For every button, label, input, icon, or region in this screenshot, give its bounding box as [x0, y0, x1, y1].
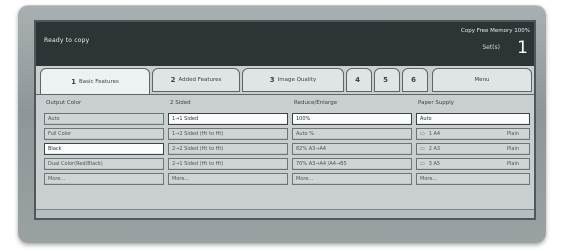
tab-5[interactable]: 5	[374, 68, 400, 92]
tab-basic-features[interactable]: 1 Basic Features	[40, 68, 150, 94]
tab-6[interactable]: 6	[402, 68, 428, 92]
screen-bottom-edge	[36, 209, 534, 218]
tab-label: Added Features	[178, 77, 222, 83]
tab-label: Basic Features	[78, 78, 119, 85]
paper-supply-title: Paper Supply	[418, 100, 455, 106]
output-color-title: Output Color	[46, 100, 82, 106]
tab-label: Image Quality	[277, 77, 317, 83]
tab-number: 5	[383, 76, 388, 84]
paper-supply-more-button[interactable]: More...	[416, 173, 530, 185]
tray-icon: ▭	[420, 161, 425, 167]
output-color-auto-button[interactable]: Auto	[44, 113, 164, 125]
tab-menu[interactable]: Menu	[432, 68, 532, 92]
tab-label: Menu	[474, 77, 490, 83]
tab-number: 6	[411, 76, 416, 84]
two-sided-title: 2 Sided	[170, 100, 191, 106]
output-color-full-color-button[interactable]: Full Color	[44, 128, 164, 140]
paper-tray-1-button[interactable]: ▭ 1 A4 Plain	[416, 128, 530, 140]
two-sided-group: 2 Sided 1→1 Sided 1→2 Sided (Ht to Ht) 2…	[168, 100, 288, 188]
tray-number: 3	[428, 161, 432, 167]
status-bar: Ready to copy Copy Free Memory 100% Set(…	[36, 22, 534, 66]
touch-screen: Ready to copy Copy Free Memory 100% Set(…	[34, 20, 536, 220]
one-to-one-sided-button[interactable]: 1→1 Sided	[168, 113, 288, 125]
tab-number: 4	[355, 76, 360, 84]
tab-divider	[36, 94, 534, 95]
paper-media: Plain	[507, 131, 520, 137]
tab-number: 1	[71, 77, 76, 86]
sets-label: Set(s)	[482, 44, 500, 51]
paper-media: Plain	[507, 161, 520, 167]
output-color-dual-color-button[interactable]: Dual Color(Red/Black)	[44, 158, 164, 170]
zoom-auto-button[interactable]: Auto %	[292, 128, 412, 140]
tab-number: 2	[170, 76, 176, 84]
zoom-82-button[interactable]: 82% A3→A4	[292, 143, 412, 155]
reduce-enlarge-title: Reduce/Enlarge	[294, 100, 338, 106]
feature-tabs: 1 Basic Features 2 Added Features 3 Imag…	[40, 68, 534, 94]
tab-image-quality[interactable]: 3 Image Quality	[242, 68, 344, 92]
paper-tray-2-button[interactable]: ▭ 2 A3 Plain	[416, 143, 530, 155]
tab-4[interactable]: 4	[346, 68, 372, 92]
tab-number: 3	[269, 76, 275, 84]
tab-added-features[interactable]: 2 Added Features	[152, 68, 240, 92]
paper-tray-3-button[interactable]: ▭ 3 A5 Plain	[416, 158, 530, 170]
tray-number: 2	[428, 146, 432, 152]
tray-number: 1	[428, 131, 432, 137]
reduce-enlarge-more-button[interactable]: More...	[292, 173, 412, 185]
paper-media: Plain	[507, 146, 520, 152]
two-sided-more-button[interactable]: More...	[168, 173, 288, 185]
output-color-black-button[interactable]: Black	[44, 143, 164, 155]
paper-auto-button[interactable]: Auto	[416, 113, 530, 125]
zoom-100-button[interactable]: 100%	[292, 113, 412, 125]
zoom-70-button[interactable]: 70% A3→A4 /A4→B5	[292, 158, 412, 170]
paper-size: A3	[433, 146, 441, 152]
memory-status: Copy Free Memory 100%	[461, 28, 530, 34]
output-color-more-button[interactable]: More...	[44, 173, 164, 185]
two-to-one-sided-button[interactable]: 2→1 Sided (Ht to Ht)	[168, 158, 288, 170]
paper-size: A5	[433, 161, 441, 167]
sets-count: 1	[517, 38, 528, 58]
output-color-group: Output Color Auto Full Color Black Dual …	[44, 100, 164, 188]
tray-icon: ▭	[420, 131, 425, 137]
two-to-two-sided-button[interactable]: 2→2 Sided (Ht to Ht)	[168, 143, 288, 155]
reduce-enlarge-group: Reduce/Enlarge 100% Auto % 82% A3→A4 70%…	[292, 100, 412, 188]
paper-supply-group: Paper Supply Auto ▭ 1 A4 Plain ▭ 2 A3 Pl…	[416, 100, 530, 188]
one-to-two-sided-button[interactable]: 1→2 Sided (Ht to Ht)	[168, 128, 288, 140]
paper-size: A4	[433, 131, 441, 137]
tray-icon: ▭	[420, 146, 425, 152]
status-message: Ready to copy	[44, 37, 90, 44]
